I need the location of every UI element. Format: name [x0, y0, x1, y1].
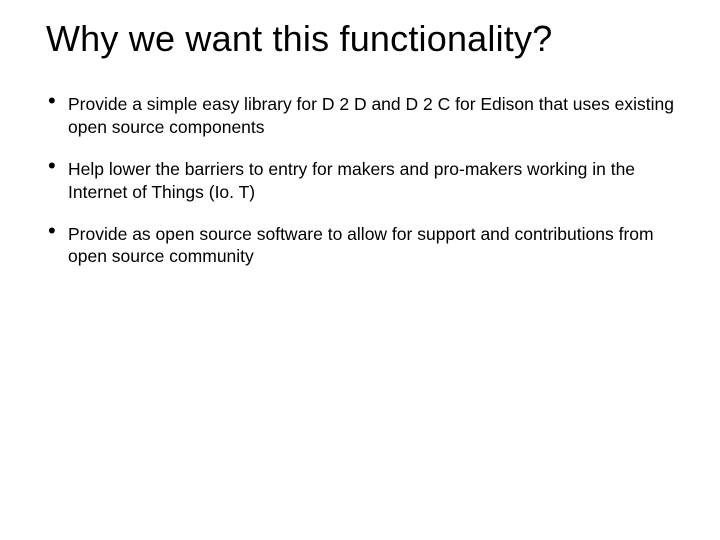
bullet-list: Provide a simple easy library for D 2 D … [46, 93, 684, 267]
slide: Why we want this functionality? Provide … [0, 0, 720, 540]
bullet-item: Provide as open source software to allow… [46, 223, 684, 268]
bullet-item: Help lower the barriers to entry for mak… [46, 158, 684, 203]
bullet-item: Provide a simple easy library for D 2 D … [46, 93, 684, 138]
slide-title: Why we want this functionality? [46, 18, 684, 59]
